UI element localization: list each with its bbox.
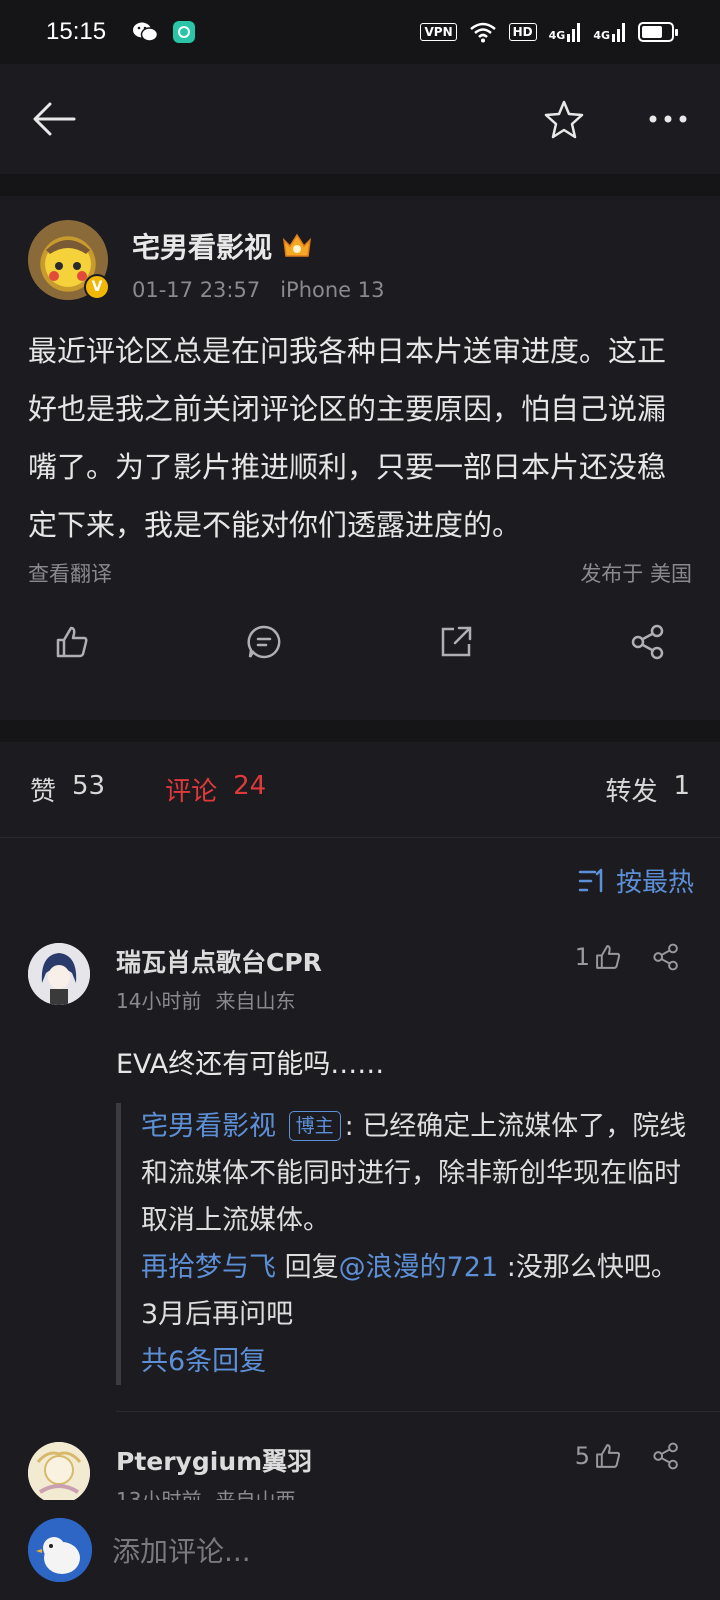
- comment-input[interactable]: 添加评论...: [112, 1530, 251, 1570]
- sort-icon: [578, 868, 603, 892]
- commenter-name[interactable]: Pterygium翼羽: [116, 1442, 312, 1478]
- post-text: 最近评论区总是在问我各种日本片送审进度。这正好也是我之前关闭评论区的主要原因，怕…: [28, 334, 667, 542]
- signal-bars-icon: [612, 23, 625, 42]
- commenter-name[interactable]: 瑞瓦肖点歌台CPR: [116, 943, 322, 979]
- thumbs-up-icon: [56, 626, 88, 658]
- battery-icon: [638, 22, 678, 42]
- reply-item: 再拾梦与飞 回复@浪漫的721 :没那么快吧。3月后再问吧: [141, 1244, 692, 1338]
- likes-tab[interactable]: 赞 53: [30, 771, 105, 808]
- wifi-icon: [469, 22, 496, 43]
- comment-like-count: 1: [574, 943, 590, 971]
- author-avatar[interactable]: V: [28, 220, 110, 300]
- more-button[interactable]: [648, 114, 688, 124]
- more-icon: [649, 115, 687, 123]
- comments-section: 按最热 瑞瓦肖点歌台CPR 14小时前 来自山东 1 EVA终还有可能吗…… 宅…: [0, 838, 720, 1512]
- anime-girl-avatar-image: [28, 943, 90, 1005]
- back-button[interactable]: [32, 101, 76, 137]
- signal-2: 4G: [593, 22, 626, 42]
- shares-tab[interactable]: 转发 1: [605, 771, 690, 808]
- sort-label: 按最热: [615, 868, 694, 898]
- comment-bubble-icon: [247, 625, 281, 659]
- sort-toggle[interactable]: 按最热: [0, 838, 720, 899]
- crown-icon: [283, 233, 312, 257]
- comments-tab[interactable]: 评论 24: [165, 771, 266, 808]
- author-name[interactable]: 宅男看影视: [132, 226, 272, 266]
- hd-indicator: HD: [508, 23, 537, 41]
- wechat-icon: [133, 22, 159, 42]
- reply-thread: 宅男看影视 博主: 已经确定上流媒体了，院线和流媒体不能同时进行，除非新创华现在…: [116, 1103, 692, 1385]
- stats-bar: 赞 53 评论 24 转发 1: [0, 742, 720, 838]
- share-nodes-icon: [653, 1442, 678, 1470]
- comment-like-count: 5: [574, 1442, 590, 1470]
- signal-1: 4G: [549, 22, 582, 42]
- share-nodes-icon: [631, 624, 664, 660]
- top-nav-bar: [0, 64, 720, 174]
- reply-item: 宅男看影视 博主: 已经确定上流媒体了，院线和流媒体不能同时进行，除非新创华现在…: [141, 1103, 692, 1244]
- comment-time: 14小时前: [116, 989, 202, 1013]
- favorite-button[interactable]: [544, 99, 584, 139]
- comment-item: 瑞瓦肖点歌台CPR 14小时前 来自山东 1 EVA终还有可能吗…… 宅男看影视…: [0, 943, 720, 1412]
- vpn-indicator: VPN: [420, 23, 457, 41]
- post-date: 01-17 23:57: [132, 278, 261, 302]
- status-time: 15:15: [46, 18, 107, 45]
- shares-count: 1: [673, 771, 690, 801]
- bird-avatar-image: [28, 1518, 92, 1582]
- star-icon: [544, 100, 584, 139]
- comment-button[interactable]: [246, 624, 282, 660]
- comment-like-button[interactable]: 5: [575, 1442, 622, 1470]
- signal-bars-icon: [567, 23, 581, 42]
- my-avatar[interactable]: [28, 1518, 92, 1582]
- more-replies-link[interactable]: 共6条回复: [141, 1338, 692, 1385]
- comment-input-bar: 添加评论...: [0, 1500, 720, 1600]
- author-tag: 博主: [288, 1111, 341, 1141]
- reply-author[interactable]: 宅男看影视: [141, 1111, 276, 1142]
- comment-share-button[interactable]: [652, 943, 680, 971]
- thumbs-up-icon: [596, 1444, 621, 1468]
- reply-mention[interactable]: @浪漫的721: [339, 1252, 499, 1283]
- comment-like-button[interactable]: 1: [575, 943, 622, 971]
- share-nodes-icon: [653, 943, 678, 971]
- divider: [116, 1411, 720, 1412]
- verified-badge: V: [84, 274, 110, 300]
- likes-count: 53: [72, 771, 106, 801]
- post-card: V 宅男看影视 01-17 23:57 iPhone 13 最近评论区总是在问我…: [0, 196, 720, 720]
- commenter-avatar[interactable]: [28, 943, 90, 1005]
- translate-link[interactable]: 查看翻译: [28, 558, 112, 588]
- share-button[interactable]: [630, 624, 666, 660]
- repost-button[interactable]: [438, 624, 474, 660]
- app-notification-icon: [173, 21, 196, 43]
- reply-word: 回复: [276, 1252, 339, 1283]
- status-bar: 15:15 VPN HD 4G 4G: [0, 0, 720, 64]
- comment-location: 来自山东: [215, 989, 296, 1013]
- comment-share-button[interactable]: [652, 1442, 680, 1470]
- comment-text: EVA终还有可能吗……: [116, 1049, 385, 1080]
- thumbs-up-icon: [596, 945, 621, 969]
- published-location: 发布于 美国: [580, 562, 692, 586]
- battery-fill: [642, 26, 662, 38]
- share-external-icon: [441, 626, 472, 657]
- comments-count: 24: [233, 771, 267, 801]
- like-button[interactable]: [54, 624, 90, 660]
- arrow-left-icon: [33, 102, 76, 136]
- post-device: iPhone 13: [280, 278, 385, 302]
- commenter-avatar[interactable]: [28, 1442, 90, 1504]
- illustration-avatar-image: [28, 1442, 90, 1504]
- reply-author[interactable]: 再拾梦与飞: [141, 1252, 276, 1283]
